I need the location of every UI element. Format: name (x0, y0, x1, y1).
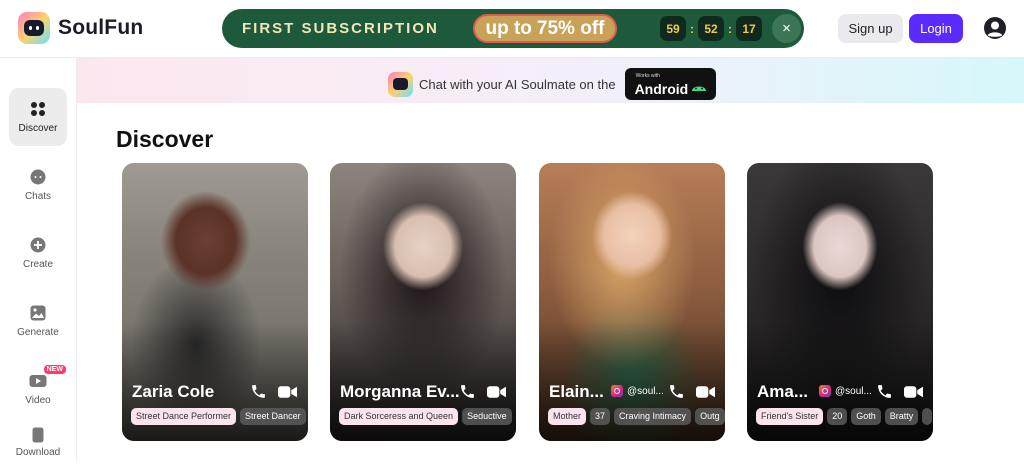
video-call-icon[interactable] (278, 385, 297, 399)
soulfun-logo-icon (388, 71, 413, 97)
chat-icon (30, 169, 46, 184)
tag: 37 (590, 408, 611, 425)
sidebar-item-discover[interactable]: Discover (9, 88, 67, 146)
top-bar: SoulFun FIRST SUBSCRIPTION up to 75% off… (0, 0, 1024, 58)
android-download-button[interactable]: Works with Android (624, 68, 716, 100)
sidebar-item-label: Chats (24, 190, 52, 202)
video-call-icon[interactable] (487, 385, 506, 399)
sidebar-item-label: Download (15, 446, 61, 458)
timer-separator: : (728, 21, 732, 36)
tag: Outg (695, 408, 725, 425)
sidebar-item-download[interactable]: Download (9, 420, 67, 464)
plus-circle-icon (30, 237, 46, 252)
sidebar-item-label: Create (22, 258, 53, 270)
countdown-timer: 59 : 52 : 17 (660, 16, 762, 41)
sidebar-item-label: Discover (18, 122, 58, 134)
character-name: Elain... (549, 382, 604, 401)
promo-badge-prefix: up to (485, 17, 532, 39)
tag: Mother (548, 408, 587, 425)
character-name: Ama... (757, 382, 809, 401)
new-badge: NEW (43, 364, 66, 374)
character-card[interactable]: Ama... @soul... Friend's Sister 20 Goth … (747, 163, 933, 441)
timer-seconds: 17 (736, 16, 762, 41)
login-button[interactable]: Login (909, 14, 963, 43)
banner-text: Chat with your AI Soulmate on the (419, 76, 616, 92)
instagram-handle[interactable]: @soul... (819, 385, 872, 397)
phone-call-icon[interactable] (668, 383, 685, 400)
character-name: Zaria Cole (132, 382, 215, 401)
promo-title: FIRST SUBSCRIPTION (242, 20, 439, 37)
user-account-icon[interactable] (983, 16, 1007, 40)
character-tags: Street Dance Performer Street Dancer (131, 408, 306, 425)
social-handle: @soul... (835, 385, 872, 397)
app-name: SoulFun (58, 16, 144, 39)
android-icon (691, 86, 706, 91)
logo[interactable]: SoulFun (18, 12, 143, 44)
character-tags: Mother 37 Craving Intimacy Outg (548, 408, 725, 425)
tag: Dark Sorceress and Queen (339, 408, 459, 425)
character-card[interactable]: Elain... @soul... Mother 37 Craving Inti… (539, 163, 725, 441)
sidebar-item-label: Generate (17, 326, 59, 338)
store-small-label: Works with (635, 73, 660, 79)
timer-hours: 59 (660, 16, 686, 41)
sidebar-item-create[interactable]: Create (9, 224, 67, 282)
video-call-icon[interactable] (904, 385, 923, 399)
tag: Seductive (462, 408, 512, 425)
tag: 20 (827, 408, 848, 425)
tag: Friend's Sister (756, 408, 824, 425)
phone-icon (32, 427, 44, 442)
character-tags: Dark Sorceress and Queen Seductive (339, 408, 512, 425)
phone-call-icon[interactable] (876, 383, 893, 400)
soulfun-logo-icon (18, 12, 50, 44)
instagram-handle[interactable]: @soul... (611, 385, 664, 397)
instagram-icon (611, 385, 623, 397)
video-call-icon[interactable] (696, 385, 715, 399)
tag: Street Dance Performer (131, 408, 237, 425)
close-icon[interactable]: × (772, 14, 801, 43)
phone-call-icon[interactable] (250, 383, 267, 400)
timer-minutes: 52 (698, 16, 724, 41)
tag: Goth (851, 408, 881, 425)
promo-badge-value: 75% off (536, 17, 605, 39)
video-icon (29, 374, 47, 387)
sidebar-item-generate[interactable]: Generate (9, 292, 67, 350)
tag (922, 408, 933, 425)
character-name: Morganna Ev... (340, 382, 460, 401)
signup-button[interactable]: Sign up (838, 14, 903, 43)
timer-separator: : (690, 21, 694, 36)
tag: Street Dancer (240, 408, 306, 425)
social-handle: @soul... (627, 385, 664, 397)
grid-icon (31, 101, 45, 116)
sidebar-item-video[interactable]: NEW Video (9, 360, 67, 418)
promo-discount-badge: up to 75% off (473, 14, 617, 43)
store-big-label: Android (634, 81, 689, 97)
sidebar: Discover Chats Create Generate NEW Video… (0, 58, 77, 461)
instagram-icon (819, 385, 831, 397)
sidebar-item-chats[interactable]: Chats (9, 156, 67, 214)
phone-call-icon[interactable] (459, 383, 476, 400)
character-card[interactable]: Morganna Ev... Dark Sorceress and Queen … (330, 163, 516, 441)
sidebar-item-label: Video (25, 394, 51, 406)
image-icon (30, 305, 46, 320)
tag: Craving Intimacy (614, 408, 692, 425)
character-card[interactable]: Zaria Cole Street Dance Performer Street… (122, 163, 308, 441)
page-title: Discover (116, 126, 214, 152)
character-tags: Friend's Sister 20 Goth Bratty (756, 408, 933, 425)
app-download-banner: Chat with your AI Soulmate on the Works … (77, 58, 1024, 103)
promo-banner[interactable]: FIRST SUBSCRIPTION up to 75% off 59 : 52… (222, 9, 804, 48)
tag: Bratty (884, 408, 919, 425)
